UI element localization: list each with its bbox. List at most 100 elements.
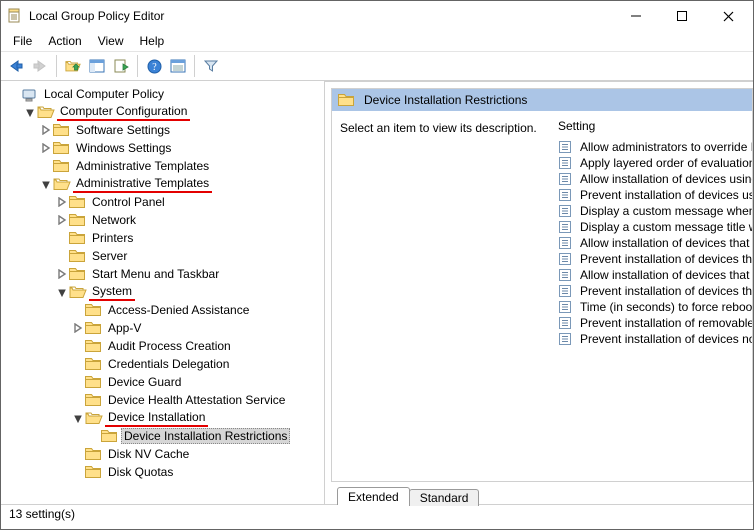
tabs: Extended Standard [331,482,753,504]
setting-row[interactable]: Prevent installation of removable device… [554,315,752,331]
tree-windows-settings[interactable]: Windows Settings [7,139,324,157]
tree-root-label: Local Computer Policy [41,86,167,102]
show-hide-tree-button[interactable] [86,55,108,77]
setting-row[interactable]: Allow administrators to override Device … [554,139,752,155]
tree-pane[interactable]: Local Computer Policy Computer Configura… [1,81,325,504]
expand-icon[interactable] [39,141,53,155]
tree-disk-quotas[interactable]: Disk Quotas [7,463,324,481]
tree-computer-configuration[interactable]: Computer Configuration [7,103,324,121]
setting-row[interactable]: Allow installation of devices that match… [554,267,752,283]
menubar: File Action View Help [1,31,753,52]
setting-row[interactable]: Time (in seconds) to force reboot when r… [554,299,752,315]
folder-icon [69,195,85,209]
tree-start-menu[interactable]: Start Menu and Taskbar [7,265,324,283]
expand-icon[interactable] [39,177,53,191]
setting-row[interactable]: Allow installation of devices using driv… [554,171,752,187]
expand-icon[interactable] [55,213,69,227]
setting-row[interactable]: Display a custom message when installati… [554,203,752,219]
settings-column: Setting Allow administrators to override… [554,111,752,481]
app-icon [7,8,23,24]
folder-open-icon [69,285,85,299]
export-list-button[interactable] [110,55,132,77]
help-button[interactable]: ? [143,55,165,77]
tab-extended[interactable]: Extended [337,487,410,505]
tree-device-installation-restrictions[interactable]: Device Installation Restrictions [7,427,324,445]
content-title: Device Installation Restrictions [364,93,527,107]
folder-icon [85,375,101,389]
setting-row[interactable]: Prevent installation of devices not desc… [554,331,752,347]
tree-printers[interactable]: Printers [7,229,324,247]
status-text: 13 setting(s) [9,507,75,521]
tree-device-guard[interactable]: Device Guard [7,373,324,391]
tree-server[interactable]: Server [7,247,324,265]
titlebar: Local Group Policy Editor [1,1,753,31]
tree-device-installation[interactable]: Device Installation [7,409,324,427]
expand-icon[interactable] [55,285,69,299]
tree-admin-templates-1[interactable]: Administrative Templates [7,157,324,175]
expand-icon[interactable] [71,411,85,425]
expand-icon[interactable] [71,321,85,335]
minimize-button[interactable] [613,1,659,31]
tree-access-denied[interactable]: Access-Denied Assistance [7,301,324,319]
folder-icon [69,231,85,245]
up-button[interactable] [62,55,84,77]
forward-button[interactable] [29,55,51,77]
folder-icon [53,123,69,137]
policy-icon [558,252,572,266]
back-button[interactable] [5,55,27,77]
menu-action[interactable]: Action [40,32,89,50]
description-column: Select an item to view its description. [332,111,554,481]
computer-icon [21,87,37,101]
menu-help[interactable]: Help [132,32,173,50]
folder-icon [85,303,101,317]
tree-system[interactable]: System [7,283,324,301]
maximize-button[interactable] [659,1,705,31]
svg-text:?: ? [152,62,157,73]
policy-icon [558,140,572,154]
filter-button[interactable] [200,55,222,77]
folder-icon [53,159,69,173]
close-button[interactable] [705,1,751,31]
column-header-setting[interactable]: Setting [554,117,752,139]
expand-icon[interactable] [55,195,69,209]
setting-row[interactable]: Display a custom message title when devi… [554,219,752,235]
tree-app-v[interactable]: App-V [7,319,324,337]
policy-icon [558,300,572,314]
folder-icon [85,447,101,461]
setting-row[interactable]: Prevent installation of devices using dr… [554,187,752,203]
policy-icon [558,236,572,250]
setting-row[interactable]: Allow installation of devices that match… [554,235,752,251]
description-prompt: Select an item to view its description. [340,121,537,135]
policy-icon [558,172,572,186]
policy-icon [558,220,572,234]
tree-admin-templates-2[interactable]: Administrative Templates [7,175,324,193]
menu-file[interactable]: File [5,32,40,50]
tree-audit-process[interactable]: Audit Process Creation [7,337,324,355]
tree-control-panel[interactable]: Control Panel [7,193,324,211]
setting-row[interactable]: Prevent installation of devices that mat… [554,251,752,267]
tree-computer-configuration-label: Computer Configuration [57,103,190,121]
setting-row[interactable]: Apply layered order of evaluation for Al… [554,155,752,171]
expand-icon[interactable] [23,105,37,119]
properties-button[interactable] [167,55,189,77]
tree-credentials-delegation[interactable]: Credentials Delegation [7,355,324,373]
tree-device-health[interactable]: Device Health Attestation Service [7,391,324,409]
tree-disk-nv-cache[interactable]: Disk NV Cache [7,445,324,463]
policy-icon [558,188,572,202]
tab-standard[interactable]: Standard [409,489,480,506]
setting-row[interactable]: Prevent installation of devices that mat… [554,283,752,299]
folder-icon [53,141,69,155]
policy-icon [558,204,572,218]
folder-icon [69,267,85,281]
tree-software-settings[interactable]: Software Settings [7,121,324,139]
policy-icon [558,156,572,170]
folder-icon [85,357,101,371]
tree-network[interactable]: Network [7,211,324,229]
tree-root[interactable]: Local Computer Policy [7,85,324,103]
statusbar: 13 setting(s) [1,504,753,529]
menu-view[interactable]: View [90,32,132,50]
folder-icon [85,321,101,335]
expand-icon[interactable] [55,267,69,281]
policy-icon [558,268,572,282]
expand-icon[interactable] [39,123,53,137]
